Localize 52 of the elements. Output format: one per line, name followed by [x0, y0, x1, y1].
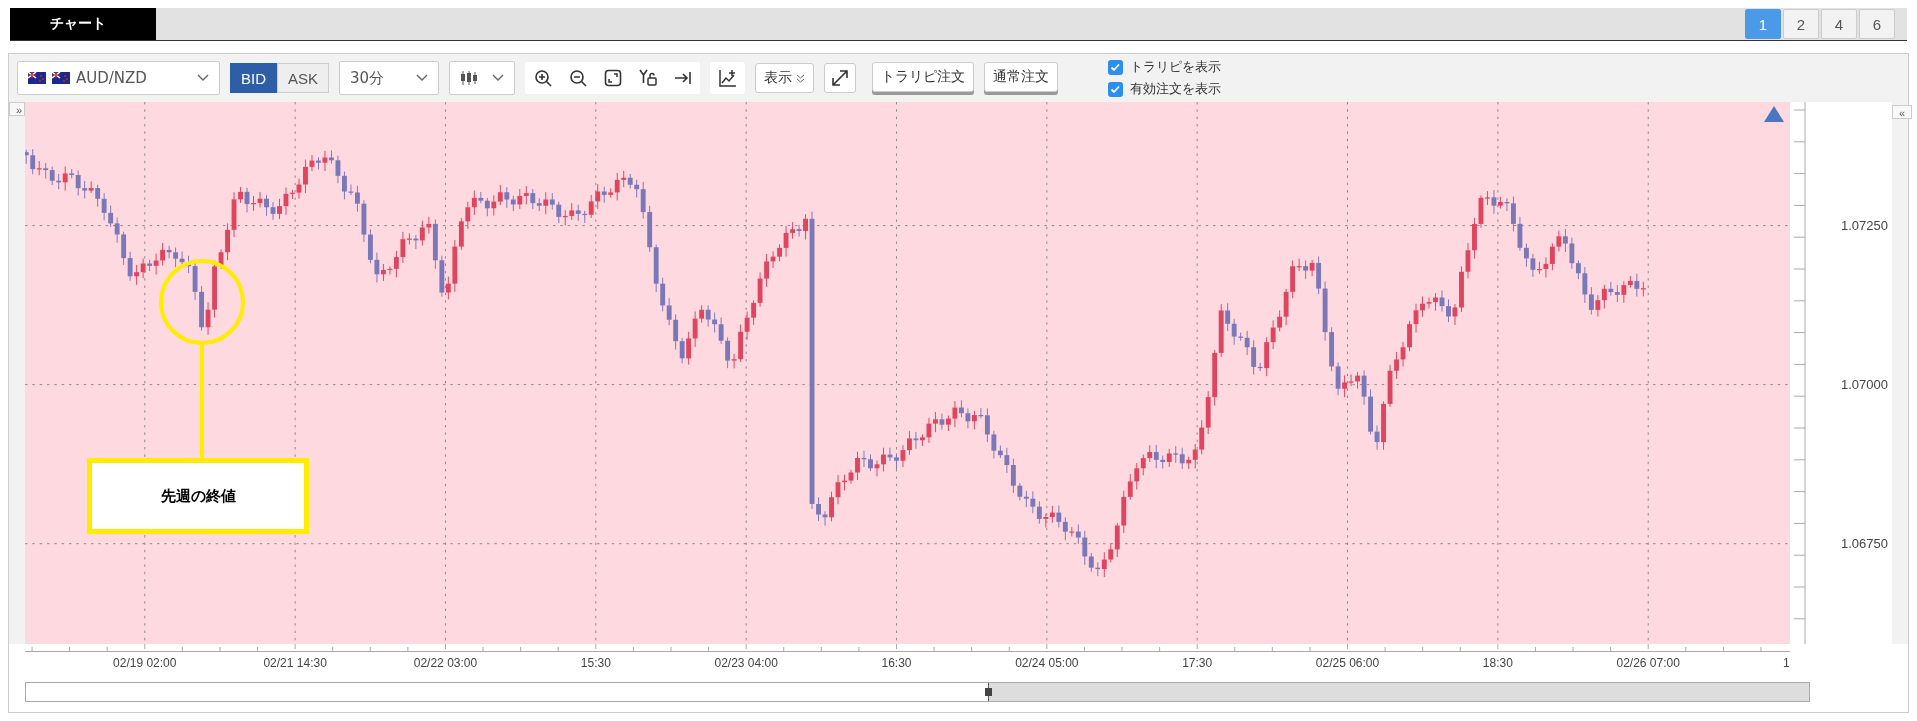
annotation-label: 先週の終値 [87, 458, 309, 534]
chart-tab[interactable]: チャート [10, 8, 156, 40]
checkbox-label: トラリピを表示 [1130, 58, 1222, 76]
time-label: 02/26 07:00 [1616, 656, 1680, 670]
time-label: 16:30 [881, 656, 912, 670]
scrollbar[interactable] [25, 682, 1810, 702]
price-side-toggle[interactable]: ASK [277, 63, 330, 93]
layout-button[interactable]: 2 [1783, 9, 1819, 39]
collapse-toggle[interactable]: « [1892, 105, 1913, 119]
symbol-dropdown[interactable]: AUD/NZD [17, 61, 220, 95]
triangle-icon[interactable] [1764, 106, 1784, 122]
flag-icon [28, 72, 46, 84]
chart-type-dropdown[interactable] [449, 61, 516, 95]
time-label: 02/19 02:00 [113, 656, 177, 670]
y-lock-icon [638, 69, 657, 87]
checkbox[interactable] [1108, 59, 1124, 75]
fullscreen-button[interactable] [824, 63, 857, 93]
checkbox-label: 有効注文を表示 [1130, 80, 1222, 98]
order-button[interactable]: トラリピ注文 [872, 61, 975, 92]
double-chevron-icon [796, 73, 806, 83]
time-label: 15:30 [580, 656, 611, 670]
chevron-down-icon [492, 74, 505, 82]
candlestick-icon [460, 70, 479, 86]
fit-screen-icon [603, 69, 622, 87]
price-label: 1.06750 [1840, 535, 1888, 551]
time-label: 02/25 06:00 [1315, 656, 1380, 670]
expand-toggle[interactable]: » [9, 102, 25, 116]
time-label: 02/24 05:00 [1015, 656, 1079, 670]
time-label: 02/23 04:00 [714, 656, 778, 670]
time-label: 02/22 03:00 [413, 656, 478, 670]
chart-plus-icon [718, 69, 737, 87]
time-label: 02/21 14:30 [263, 656, 327, 670]
expand-icon [831, 69, 850, 87]
chevron-down-icon [197, 74, 209, 82]
time-label: 17:30 [1182, 656, 1213, 670]
price-side-toggle[interactable]: BID [230, 63, 277, 93]
checkbox[interactable] [1108, 81, 1124, 97]
display-menu-button[interactable]: 表示 [755, 63, 815, 93]
add-indicator-button[interactable] [710, 62, 746, 94]
zoom-in-icon [533, 69, 552, 87]
layout-button[interactable]: 4 [1821, 9, 1857, 39]
arrow-to-bar-icon [673, 69, 692, 87]
price-label: 1.07250 [1840, 217, 1888, 233]
time-label: 1 [1783, 656, 1790, 670]
layout-button[interactable]: 6 [1859, 9, 1895, 39]
chevron-down-icon [416, 74, 429, 82]
price-label: 1.07000 [1840, 376, 1888, 392]
timeframe-dropdown[interactable]: 30分 [339, 61, 440, 95]
order-button[interactable]: 通常注文 [984, 61, 1059, 92]
zoom-out-icon [568, 69, 587, 87]
flag-icon [52, 72, 70, 84]
time-label: 18:30 [1482, 656, 1513, 670]
